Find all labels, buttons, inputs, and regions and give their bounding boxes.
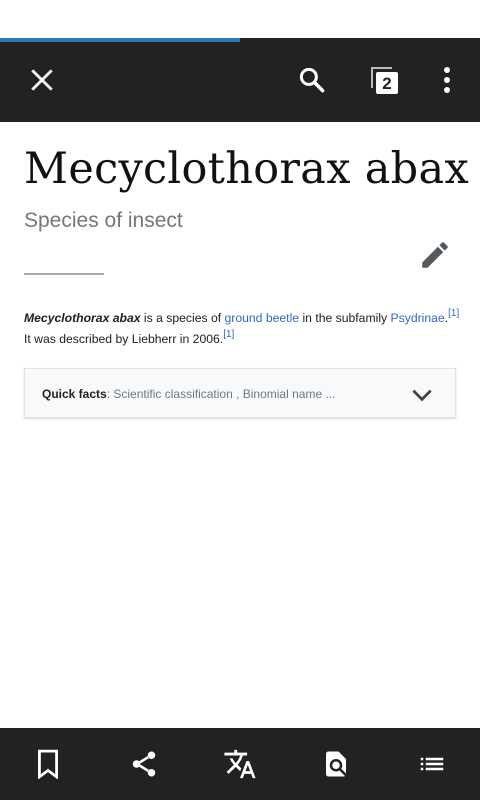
article-title: Mecyclothorax abax [24,144,469,194]
link-psydrinae[interactable]: Psydrinae [391,311,445,325]
find-in-page-button[interactable] [288,728,384,800]
article-lead-paragraph: Mecyclothorax abax is a species of groun… [24,308,460,350]
bookmark-button[interactable] [0,728,96,800]
overflow-menu-button[interactable] [419,38,475,122]
title-divider [24,273,104,275]
overflow-menu-icon [444,67,450,93]
para-text-1: is a species of [140,311,225,325]
status-strip [0,0,480,38]
search-icon [299,67,325,93]
pencil-icon [422,242,448,268]
bookmark-icon [38,749,58,779]
quick-facts-text: Quick facts: Scientific classification ,… [42,387,335,401]
tabs-button[interactable]: 2 [356,38,412,122]
contents-button[interactable] [384,728,480,800]
tabs-icon: 2 [371,67,398,94]
page-load-progress-fill [0,38,240,42]
quick-facts-panel[interactable]: Quick facts: Scientific classification ,… [24,368,456,418]
bottom-action-bar [0,728,480,800]
article-subject: Mecyclothorax abax [24,311,141,325]
translate-button[interactable] [192,728,288,800]
share-button[interactable] [96,728,192,800]
top-toolbar: 2 [0,38,480,122]
close-icon [31,69,53,91]
link-ground-beetle[interactable]: ground beetle [225,311,300,325]
quick-facts-label: Quick facts [42,387,107,401]
find-in-page-icon [326,751,346,777]
article-description: Species of insect [24,209,183,232]
para-text-2: in the subfamily [299,311,391,325]
quick-facts-summary: : Scientific classification , Binomial n… [106,387,336,401]
share-icon [132,751,156,777]
translate-icon [224,749,256,779]
para-text-4: It was described by Liebherr in 2006. [24,332,224,346]
reference-link-1[interactable]: [1] [448,308,459,319]
chevron-down-icon [412,389,432,402]
contents-list-icon [420,757,444,771]
article-content: Mecyclothorax abax Species of insect Mec… [0,122,480,728]
search-button[interactable] [284,38,340,122]
tabs-count: 2 [382,74,391,93]
page-load-progress [0,38,480,43]
close-button[interactable] [14,38,70,122]
reference-link-2[interactable]: [1] [223,329,234,340]
edit-button[interactable] [414,234,456,276]
